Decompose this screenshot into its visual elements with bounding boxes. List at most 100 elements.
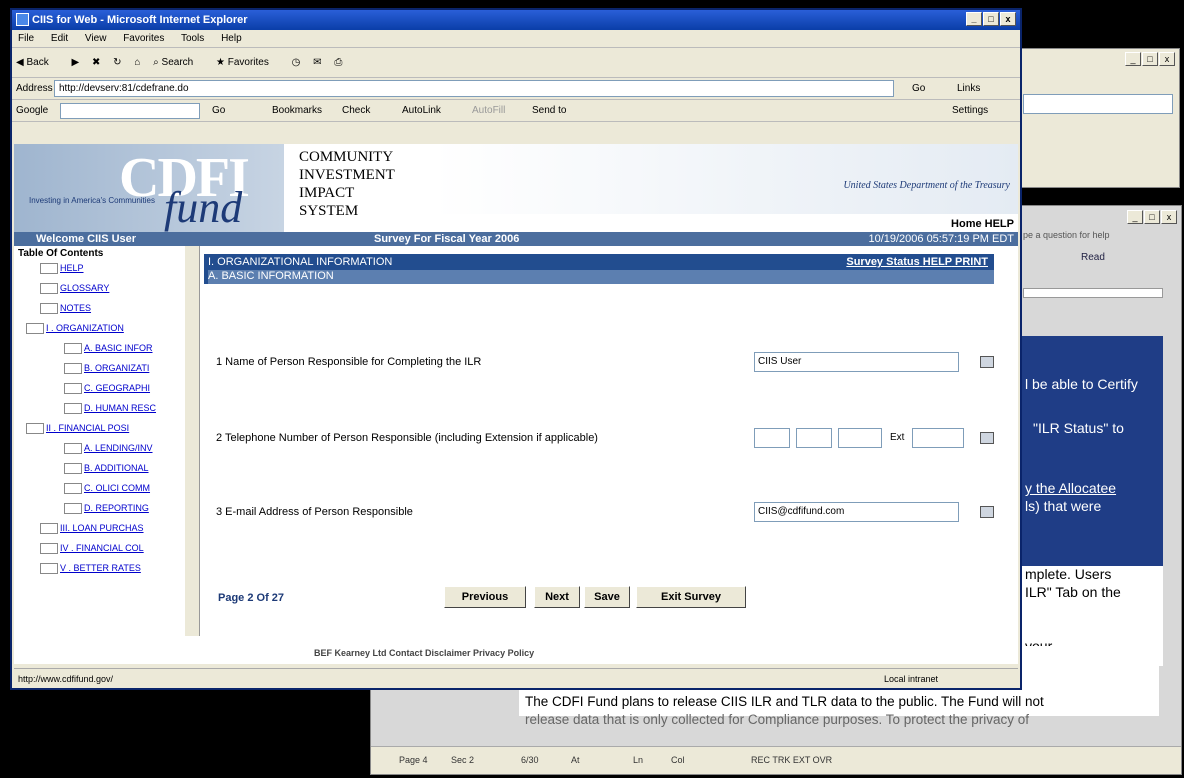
mail-icon[interactable]: ✉ bbox=[313, 57, 321, 68]
close-button[interactable]: x bbox=[1159, 52, 1175, 66]
status-ln: Ln bbox=[633, 755, 644, 765]
background-window: _ □ x bbox=[1010, 48, 1180, 188]
email-input[interactable]: CIIS@cdfifund.com bbox=[754, 502, 959, 522]
check-button[interactable]: Check bbox=[342, 100, 370, 122]
save-button[interactable]: Save bbox=[584, 586, 630, 608]
window-controls: _ □ x bbox=[1127, 210, 1177, 224]
status-url: http://www.cdfifund.gov/ bbox=[18, 674, 114, 684]
toc-item[interactable]: III. LOAN PURCHAS bbox=[40, 520, 144, 536]
toc-item[interactable]: C. GEOGRAPHI bbox=[64, 380, 150, 396]
toc-item[interactable]: B. ADDITIONAL bbox=[64, 460, 149, 476]
toc-item[interactable]: A. LENDING/INV bbox=[64, 440, 153, 456]
menu-favorites[interactable]: Favorites bbox=[123, 33, 164, 44]
cdfi-logo: CDFI fund Investing in America's Communi… bbox=[14, 144, 284, 232]
toc-item[interactable]: B. ORGANIZATI bbox=[64, 360, 149, 376]
word-status-bar: Page 4 Sec 2 6/30 At Ln Col REC TRK EXT … bbox=[371, 746, 1181, 774]
help-link[interactable]: HELP bbox=[923, 256, 952, 268]
close-button[interactable]: x bbox=[1161, 210, 1177, 224]
sendto-button[interactable]: Send to bbox=[532, 100, 566, 122]
toc-item[interactable]: C. OLICI COMM bbox=[64, 480, 150, 496]
toc-scrollbar[interactable] bbox=[185, 246, 199, 636]
toc-item[interactable]: HELP bbox=[40, 260, 84, 276]
phone-ext-input[interactable] bbox=[912, 428, 964, 448]
pane-link[interactable]: y the Allocatee bbox=[1025, 480, 1116, 496]
page-footer: BEF Kearney Ltd Contact Disclaimer Priva… bbox=[314, 648, 535, 658]
bookmarks-button[interactable]: Bookmarks bbox=[272, 100, 322, 122]
address-input[interactable]: http://devserv:81/cdefrane.do bbox=[54, 80, 894, 97]
autolink-button[interactable]: AutoLink bbox=[402, 100, 441, 122]
banner-background bbox=[434, 144, 1018, 214]
info-icon[interactable] bbox=[980, 432, 994, 444]
links-label[interactable]: Links bbox=[957, 78, 980, 100]
ext-label: Ext bbox=[890, 432, 905, 443]
favorites-button[interactable]: ★ Favorites bbox=[216, 57, 279, 68]
pane-line: mplete. Users bbox=[1025, 566, 1112, 582]
question-email-label: 3 E-mail Address of Person Responsible bbox=[216, 506, 413, 518]
print-icon[interactable]: ⎙ bbox=[334, 57, 342, 68]
toc-item[interactable]: D. REPORTING bbox=[64, 500, 149, 516]
pane-line: "ILR Status" to bbox=[1033, 420, 1124, 436]
minimize-button[interactable]: _ bbox=[1127, 210, 1143, 224]
phone-number-input[interactable] bbox=[838, 428, 882, 448]
name-input[interactable]: CIIS User bbox=[754, 352, 959, 372]
home-help-links[interactable]: Home HELP bbox=[951, 218, 1014, 230]
google-search-input[interactable] bbox=[60, 103, 200, 119]
survey-title: Survey For Fiscal Year 2006 bbox=[374, 233, 520, 245]
table-of-contents: Table Of Contents HELP GLOSSARY NOTES I … bbox=[14, 246, 200, 636]
menu-view[interactable]: View bbox=[85, 33, 107, 44]
welcome-bar: Welcome CIIS User Survey For Fiscal Year… bbox=[14, 232, 1018, 246]
survey-status-link[interactable]: Survey Status bbox=[846, 256, 919, 268]
back-button[interactable]: ◀ Back bbox=[16, 57, 59, 68]
window-controls: _ □ x bbox=[966, 12, 1016, 26]
search-button[interactable]: ⌕ Search bbox=[153, 57, 203, 68]
history-icon[interactable]: ◷ bbox=[292, 57, 301, 68]
minimize-button[interactable]: _ bbox=[966, 12, 982, 26]
print-link[interactable]: PRINT bbox=[955, 256, 988, 268]
toc-item[interactable]: V . BETTER RATES bbox=[40, 560, 141, 576]
page-indicator: Page 2 Of 27 bbox=[218, 592, 285, 604]
home-icon[interactable]: ⌂ bbox=[134, 57, 140, 68]
toc-item[interactable]: I . ORGANIZATION bbox=[26, 320, 124, 336]
next-button[interactable]: Next bbox=[534, 586, 580, 608]
background-input[interactable] bbox=[1023, 94, 1173, 114]
maximize-button[interactable]: □ bbox=[1144, 210, 1160, 224]
phone-prefix-input[interactable] bbox=[796, 428, 832, 448]
info-icon[interactable] bbox=[980, 356, 994, 368]
toc-item[interactable]: D. HUMAN RESC bbox=[64, 400, 156, 416]
read-button[interactable]: Read bbox=[1081, 252, 1105, 263]
forward-button[interactable]: ▶ bbox=[71, 57, 79, 68]
close-button[interactable]: x bbox=[1000, 12, 1016, 26]
menu-file[interactable]: File bbox=[18, 33, 34, 44]
system-name: COMMUNITY INVESTMENT IMPACT SYSTEM bbox=[299, 149, 395, 219]
help-search-box[interactable]: pe a question for help bbox=[1023, 230, 1110, 240]
maximize-button[interactable]: □ bbox=[983, 12, 999, 26]
phone-area-input[interactable] bbox=[754, 428, 790, 448]
minimize-button[interactable]: _ bbox=[1125, 52, 1141, 66]
google-go-button[interactable]: Go bbox=[212, 100, 225, 122]
toc-item[interactable]: NOTES bbox=[40, 300, 91, 316]
section-links: Survey Status HELP PRINT bbox=[846, 256, 988, 268]
toc-item[interactable]: II . FINANCIAL POSI bbox=[26, 420, 129, 436]
zone-label: Local intranet bbox=[884, 674, 939, 684]
menu-help[interactable]: Help bbox=[221, 33, 242, 44]
toc-item[interactable]: IV . FINANCIAL COL bbox=[40, 540, 144, 556]
browser-status-bar: http://www.cdfifund.gov/ Local intranet bbox=[14, 668, 1018, 688]
toc-item[interactable]: GLOSSARY bbox=[40, 280, 109, 296]
info-icon[interactable] bbox=[980, 506, 994, 518]
status-position: 6/30 bbox=[521, 755, 539, 765]
settings-button[interactable]: Settings bbox=[952, 100, 988, 122]
status-flags: REC TRK EXT OVR bbox=[751, 755, 833, 765]
menu-bar: File Edit View Favorites Tools Help bbox=[12, 30, 1020, 48]
toc-item[interactable]: A. BASIC INFOR bbox=[64, 340, 153, 356]
window-controls: _ □ x bbox=[1125, 52, 1175, 66]
stop-icon[interactable]: ✖ bbox=[92, 57, 100, 68]
menu-tools[interactable]: Tools bbox=[181, 33, 204, 44]
previous-button[interactable]: Previous bbox=[444, 586, 526, 608]
autofill-button[interactable]: AutoFill bbox=[472, 100, 505, 122]
menu-edit[interactable]: Edit bbox=[51, 33, 68, 44]
exit-survey-button[interactable]: Exit Survey bbox=[636, 586, 746, 608]
go-button[interactable]: Go bbox=[912, 78, 925, 100]
maximize-button[interactable]: □ bbox=[1142, 52, 1158, 66]
refresh-icon[interactable]: ↻ bbox=[113, 57, 121, 68]
status-col: Col bbox=[671, 755, 685, 765]
